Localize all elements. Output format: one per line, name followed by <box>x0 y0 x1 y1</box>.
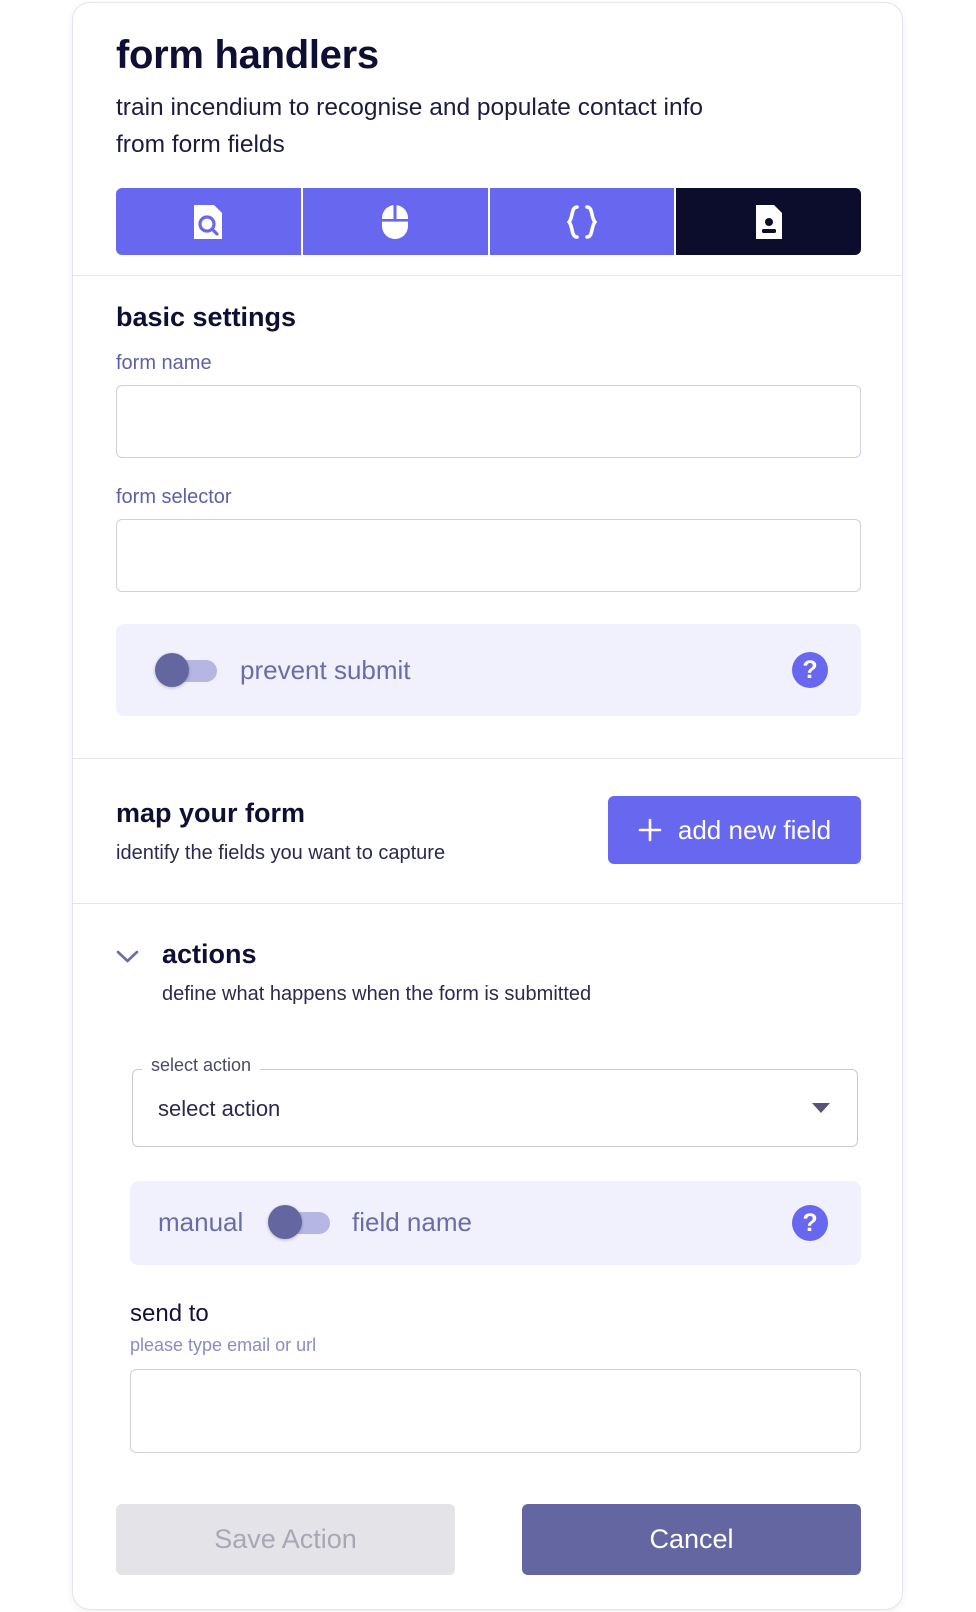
field-name-label: field name <box>352 1207 472 1237</box>
select-action-legend: select action <box>142 1055 261 1076</box>
save-action-button[interactable]: Save Action <box>116 1504 455 1575</box>
prevent-submit-label: prevent submit <box>240 655 411 685</box>
basic-settings-heading: basic settings <box>116 302 297 332</box>
toggle-thumb <box>155 653 189 687</box>
map-form-heading: map your form <box>116 798 306 828</box>
manual-label: manual <box>158 1207 244 1237</box>
help-icon[interactable]: ? <box>792 652 828 688</box>
curly-braces-icon <box>567 204 597 239</box>
add-new-field-button[interactable]: add new field <box>608 796 861 864</box>
tab-form-handlers[interactable] <box>676 188 861 255</box>
prevent-submit-toggle[interactable] <box>155 653 217 687</box>
page-subtitle: train incendium to recognise and populat… <box>116 94 704 158</box>
caret-down-icon[interactable] <box>812 1103 830 1113</box>
section-divider <box>73 275 902 276</box>
form-selector-input[interactable] <box>116 519 861 592</box>
add-new-field-label: add new field <box>677 814 832 845</box>
form-selector-label: form selector <box>116 486 232 508</box>
chevron-down-icon[interactable] <box>116 950 139 964</box>
field-mode-panel: manual field name ? <box>130 1181 861 1265</box>
send-to-hint: please type email or url <box>130 1335 317 1355</box>
form-handlers-card: form handlers train incendium to recogni… <box>72 2 903 1610</box>
actions-description: define what happens when the form is sub… <box>162 983 592 1005</box>
file-search-icon <box>194 204 223 239</box>
map-form-description: identify the fields you want to capture <box>116 842 446 864</box>
plus-icon <box>638 818 662 842</box>
page-title: form handlers <box>116 33 379 77</box>
contact-file-icon <box>755 204 782 239</box>
section-divider <box>73 903 902 904</box>
cancel-button[interactable]: Cancel <box>522 1504 861 1575</box>
tab-code-snippets[interactable] <box>489 188 677 255</box>
form-name-input[interactable] <box>116 385 861 458</box>
form-name-label: form name <box>116 352 212 374</box>
toggle-thumb <box>268 1205 302 1239</box>
send-to-label: send to <box>130 1300 209 1327</box>
select-action-value: select action <box>158 1096 281 1121</box>
send-to-input[interactable] <box>130 1369 861 1453</box>
tab-page-inspect[interactable] <box>116 188 303 255</box>
help-icon[interactable]: ? <box>792 1205 828 1241</box>
actions-heading: actions <box>162 939 257 969</box>
tab-click-events[interactable] <box>302 188 490 255</box>
field-mode-toggle[interactable] <box>268 1205 330 1239</box>
section-divider <box>73 758 902 759</box>
prevent-submit-panel: prevent submit ? <box>116 624 861 716</box>
tab-bar <box>116 188 861 255</box>
mouse-icon <box>382 204 409 239</box>
